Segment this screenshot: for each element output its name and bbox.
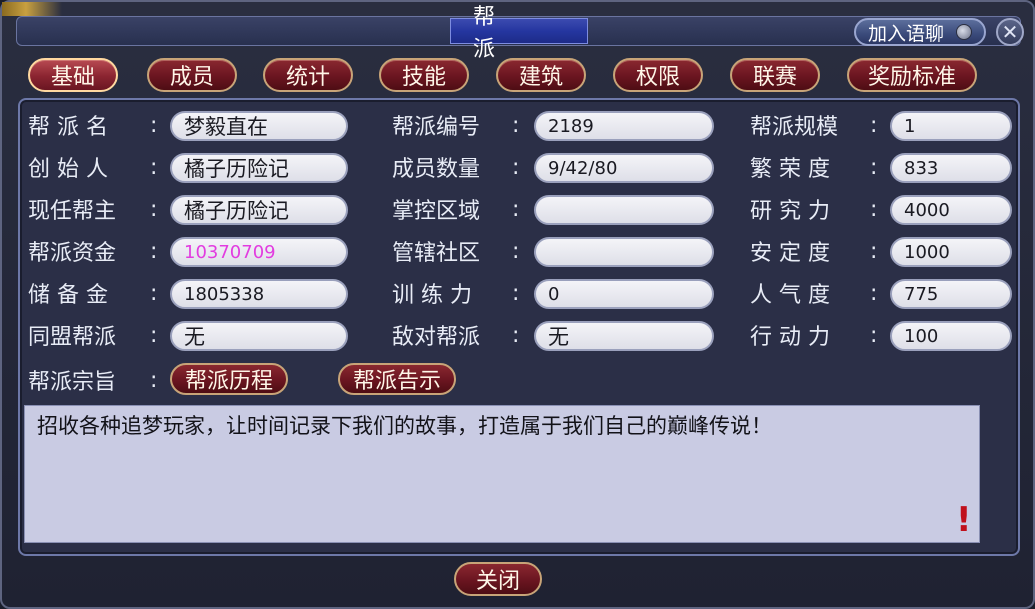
tab-reward-standards[interactable]: 奖励标准 [847,58,977,92]
popularity-label: 人 气 度 [750,283,830,308]
community-field [534,237,714,267]
guild-name-field: 梦毅直在 [170,111,348,141]
popularity-field: 775 [890,279,1012,309]
current-leader-label: 现任帮主 [28,199,117,224]
training-power-label: 训 练 力 [392,283,472,308]
community-label: 管辖社区 [392,241,481,266]
prosperity-field: 833 [890,153,1012,183]
colon: : [150,154,158,180]
colon: : [870,154,878,180]
member-count-label: 成员数量 [392,157,481,182]
research-power-field: 4000 [890,195,1012,225]
colon: : [870,238,878,264]
guild-scale-field: 1 [890,111,1012,141]
controlled-region-field [534,195,714,225]
motto-text: 招收各种追梦玩家，让时间记录下我们的故事，打造属于我们自己的巅峰传说！ [37,414,772,438]
colon: : [150,196,158,222]
allied-guild-label: 同盟帮派 [28,325,117,350]
member-count-field: 9/42/80 [534,153,714,183]
guild-id-field: 2189 [534,111,714,141]
close-icon[interactable]: ✕ [996,18,1024,46]
guild-motto-label: 帮派宗旨 [28,370,117,395]
voice-chat-icon [956,24,972,40]
corner-ornament [2,2,62,16]
chat-button-label: 加入语聊 [868,22,945,45]
colon: : [512,238,520,264]
guild-notice-button[interactable]: 帮派告示 [338,363,456,395]
join-voice-chat-button[interactable]: 加入语聊 [854,18,986,46]
tab-skills[interactable]: 技能 [379,58,469,92]
colon: : [150,367,158,393]
allied-guild-field: 无 [170,321,348,351]
action-power-label: 行 动 力 [750,325,830,350]
tab-statistics[interactable]: 统计 [263,58,353,92]
guild-name-label: 帮 派 名 [28,115,108,140]
enemy-guild-label: 敌对帮派 [392,325,481,350]
guild-history-button[interactable]: 帮派历程 [170,363,288,395]
colon: : [150,238,158,264]
colon: : [512,154,520,180]
colon: : [512,280,520,306]
stability-field: 1000 [890,237,1012,267]
reserve-funds-label: 储 备 金 [28,283,108,308]
guild-scale-label: 帮派规模 [750,115,839,140]
close-button[interactable]: 关闭 [454,562,542,596]
colon: : [512,112,520,138]
tab-bar: 基础 成员 统计 技能 建筑 权限 联赛 奖励标准 [28,58,1008,92]
tab-members[interactable]: 成员 [147,58,237,92]
guild-id-label: 帮派编号 [392,115,481,140]
reserve-funds-field: 1805338 [170,279,348,309]
controlled-region-label: 掌控区域 [392,199,481,224]
warning-mark-icon: ! [956,500,972,540]
colon: : [870,196,878,222]
training-power-field: 0 [534,279,714,309]
colon: : [512,322,520,348]
tab-buildings[interactable]: 建筑 [496,58,586,92]
action-power-field: 100 [890,321,1012,351]
founder-label: 创 始 人 [28,157,108,182]
colon: : [870,112,878,138]
colon: : [150,280,158,306]
stability-label: 安 定 度 [750,241,830,266]
colon: : [512,196,520,222]
current-leader-field: 橘子历险记 [170,195,348,225]
prosperity-label: 繁 荣 度 [750,157,830,182]
guild-window: 帮 派 加入语聊 ✕ 基础 成员 统计 技能 建筑 权限 联赛 奖励标准 帮 派… [0,0,1035,609]
founder-field: 橘子历险记 [170,153,348,183]
tab-basic[interactable]: 基础 [28,58,118,92]
colon: : [150,322,158,348]
guild-funds-label: 帮派资金 [28,241,117,266]
tab-permissions[interactable]: 权限 [613,58,703,92]
enemy-guild-field: 无 [534,321,714,351]
guild-funds-field: 10370709 [170,237,348,267]
window-title: 帮 派 [450,5,588,62]
research-power-label: 研 究 力 [750,199,830,224]
colon: : [870,322,878,348]
colon: : [870,280,878,306]
motto-textarea[interactable]: 招收各种追梦玩家，让时间记录下我们的故事，打造属于我们自己的巅峰传说！ [24,405,980,543]
colon: : [150,112,158,138]
tab-league[interactable]: 联赛 [730,58,820,92]
